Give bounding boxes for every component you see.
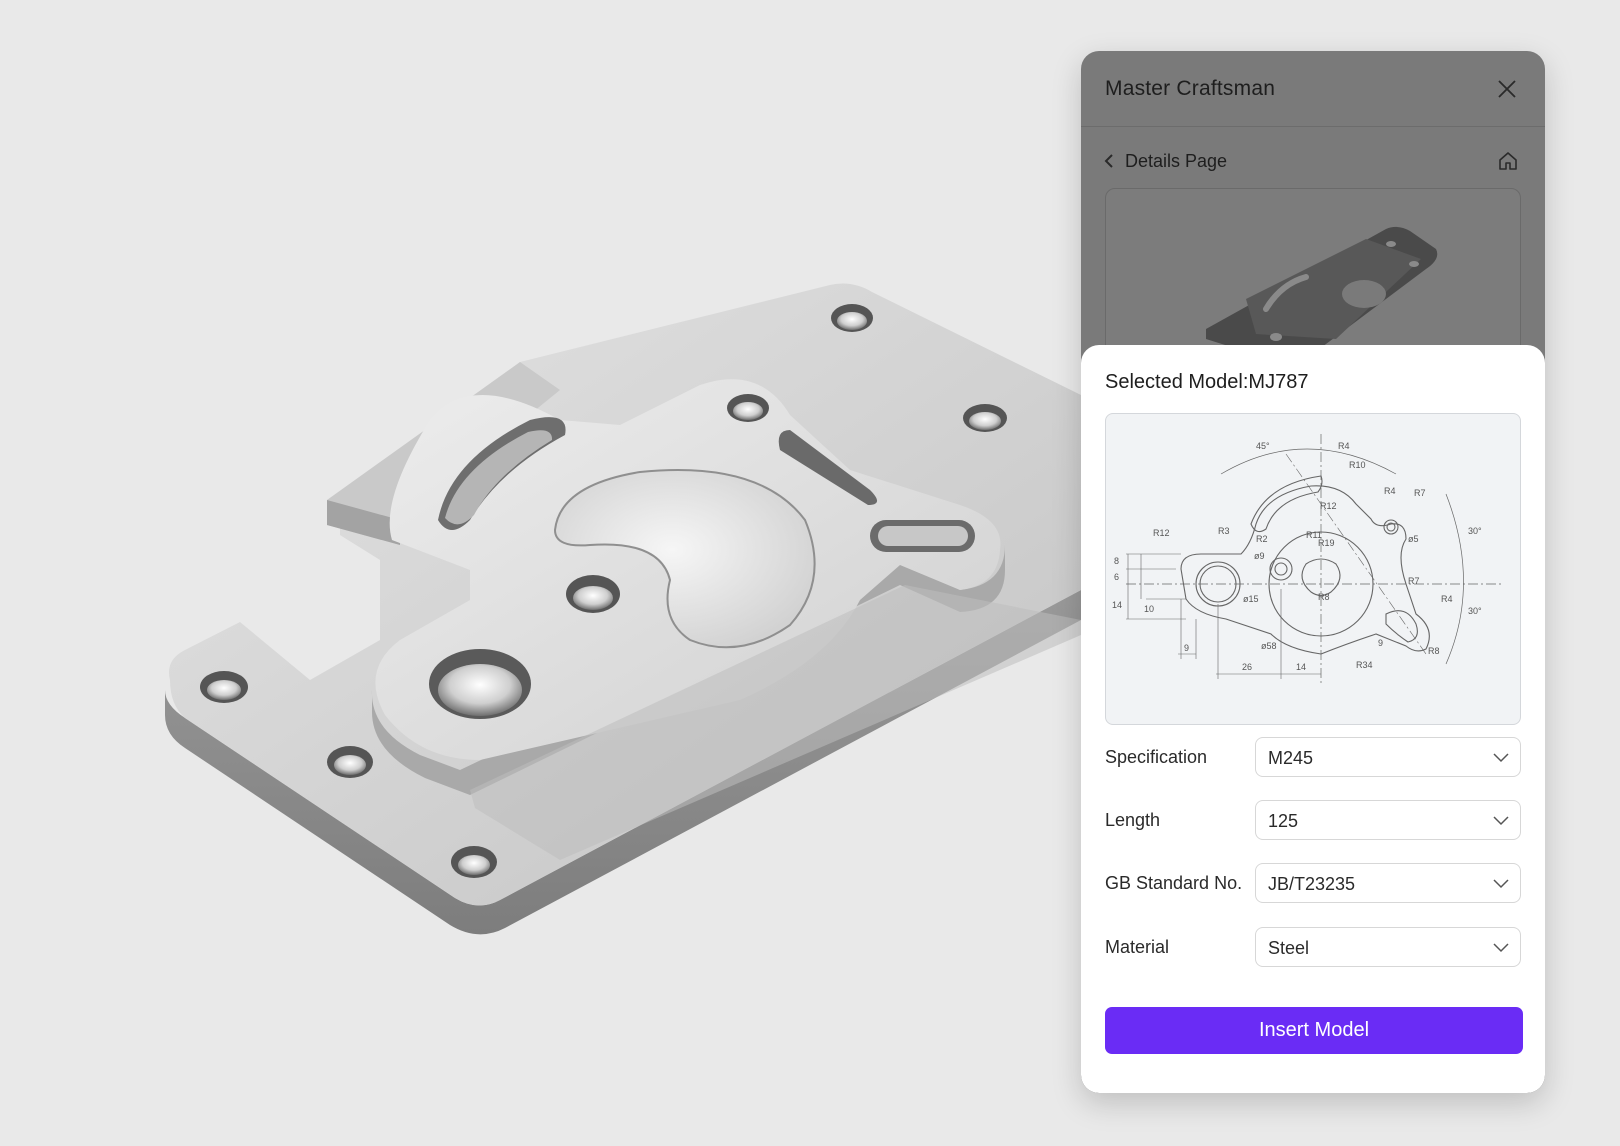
- standard-select[interactable]: JB/T23235: [1255, 863, 1521, 903]
- dim-label: R19: [1318, 538, 1335, 548]
- specification-row: Specification M245: [1105, 737, 1521, 777]
- material-select[interactable]: Steel: [1255, 927, 1521, 967]
- chevron-left-icon: [1104, 154, 1113, 168]
- panel-header: Master Craftsman: [1081, 51, 1545, 127]
- dim-label: 26: [1242, 662, 1252, 672]
- dim-label: 6: [1114, 572, 1119, 582]
- technical-drawing-svg: 45° R4 R10 R4 R7 R12 R12 R3 R2 R11 R19 ø…: [1112, 434, 1501, 684]
- length-row: Length 125: [1105, 800, 1521, 840]
- standard-label: GB Standard No.: [1105, 873, 1243, 893]
- dim-label: 9: [1184, 643, 1189, 653]
- material-label: Material: [1105, 937, 1170, 957]
- dim-label: 30°: [1468, 606, 1482, 616]
- model-sheet: Selected Model:MJ787 45° R4 R10 R4 R7 R1…: [1081, 345, 1545, 1093]
- material-value: Steel: [1268, 938, 1310, 958]
- dim-label: R7: [1414, 488, 1426, 498]
- dim-label: R2: [1256, 534, 1268, 544]
- close-icon: [1498, 80, 1516, 98]
- selected-model-title: Selected Model:MJ787: [1105, 371, 1309, 393]
- details-nav: Details Page: [1081, 141, 1545, 181]
- chevron-down-icon: [1493, 753, 1509, 763]
- dim-label: 8: [1114, 556, 1119, 566]
- material-row: Material Steel: [1105, 927, 1521, 967]
- dim-label: R4: [1384, 486, 1396, 496]
- chevron-down-icon: [1493, 879, 1509, 889]
- dim-label: R12: [1153, 528, 1170, 538]
- plugin-panel: Master Craftsman Details Page Selected M…: [1081, 51, 1545, 1093]
- back-button[interactable]: Details Page: [1103, 147, 1227, 175]
- length-value: 125: [1268, 811, 1299, 831]
- close-button[interactable]: [1493, 75, 1521, 103]
- dim-label: 14: [1112, 600, 1122, 610]
- dim-label: R3: [1218, 526, 1230, 536]
- dim-label: ø5: [1408, 534, 1419, 544]
- standard-row: GB Standard No. JB/T23235: [1105, 863, 1521, 903]
- specification-value: M245: [1268, 748, 1314, 768]
- insert-model-button[interactable]: Insert Model: [1105, 1007, 1523, 1054]
- back-label: Details Page: [1125, 150, 1228, 171]
- dim-label: R10: [1349, 460, 1366, 470]
- specification-label: Specification: [1105, 747, 1208, 767]
- dim-label: 45°: [1256, 441, 1270, 451]
- dim-label: R34: [1356, 660, 1373, 670]
- dim-label: R8: [1318, 592, 1330, 602]
- dim-label: R8: [1428, 646, 1440, 656]
- standard-value: JB/T23235: [1268, 874, 1356, 894]
- specification-select[interactable]: M245: [1255, 737, 1521, 777]
- dim-label: R7: [1408, 576, 1420, 586]
- panel-title: Master Craftsman: [1105, 77, 1276, 100]
- technical-drawing: 45° R4 R10 R4 R7 R12 R12 R3 R2 R11 R19 ø…: [1105, 413, 1521, 725]
- length-label: Length: [1105, 810, 1161, 830]
- dim-label: ø58: [1261, 641, 1277, 651]
- length-select[interactable]: 125: [1255, 800, 1521, 840]
- home-icon: [1499, 152, 1517, 170]
- chevron-down-icon: [1493, 943, 1509, 953]
- dim-label: R4: [1441, 594, 1453, 604]
- dim-label: R12: [1320, 501, 1337, 511]
- chevron-down-icon: [1493, 816, 1509, 826]
- dim-label: ø15: [1243, 594, 1259, 604]
- dim-label: 9: [1378, 638, 1383, 648]
- dim-label: 30°: [1468, 526, 1482, 536]
- dim-label: 10: [1144, 604, 1154, 614]
- home-button[interactable]: [1495, 148, 1521, 174]
- dim-label: R4: [1338, 441, 1350, 451]
- dim-label: ø9: [1254, 551, 1265, 561]
- dim-label: 14: [1296, 662, 1306, 672]
